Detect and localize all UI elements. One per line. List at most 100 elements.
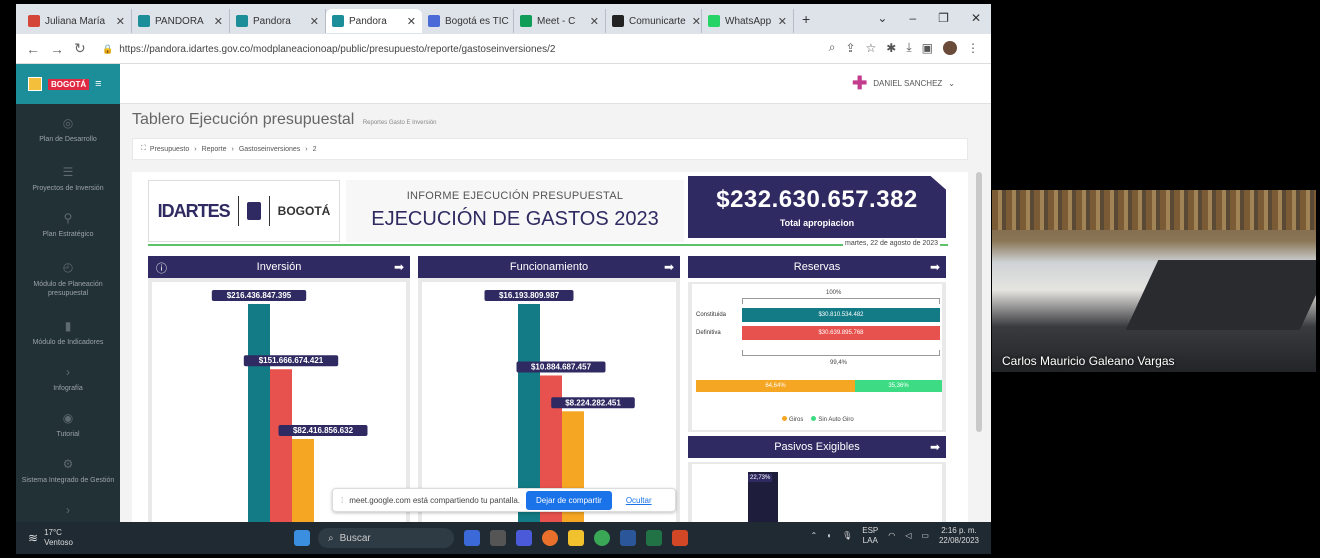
new-tab-button[interactable]: + [802,11,810,27]
tab-7[interactable]: WhatsApp ✕ [702,9,794,33]
share-icon[interactable]: ⇪ [845,41,855,55]
page-scrollbar[interactable] [976,172,982,432]
info-icon[interactable]: ⓘ [156,260,167,276]
search-icon: ⌕ [328,532,334,544]
chevron-down-icon: ⌄ [948,78,955,88]
panel-pasivos-title: Pasivos Exigibles [774,441,860,453]
shield-logo-icon [28,77,42,91]
crumb-gastos[interactable]: Gastoseinversiones [239,146,300,153]
start-icon[interactable] [294,530,310,546]
wifi-icon[interactable]: ◠ [888,531,895,541]
language-indicator[interactable]: ESP LAA [862,526,878,547]
sidepanel-icon[interactable]: ▣ [922,41,933,55]
close-tab-icon[interactable]: ✕ [401,15,416,28]
mic-icon[interactable]: 🎙 [842,531,852,541]
participant-name: Carlos Mauricio Galeano Vargas [1002,354,1175,368]
arrow-right-icon[interactable]: ➡ [930,440,940,454]
close-tab-icon[interactable]: ✕ [584,15,599,28]
menu-kebab-icon[interactable]: ⋮ [967,41,979,55]
sidebar-item-1[interactable]: ☰ Proyectos de Inversión [16,156,120,202]
tab-label: Pandora [253,15,291,27]
drag-handle-icon[interactable]: ⁞ [341,496,343,505]
sidebar-item-5[interactable]: › Infografía [16,356,120,402]
crumb-presupuesto[interactable]: Presupuesto [150,146,189,153]
sidebar-item-2[interactable]: ⚲ Plan Estratégico [16,202,120,248]
tab-1[interactable]: PANDORA ✕ [132,9,230,33]
reservas-bottom-pct: 99,4% [830,360,848,366]
screen-share-bar: ⁞ meet.google.com está compartiendo tu p… [332,488,676,512]
reload-icon[interactable]: ↻ [74,40,86,57]
panel-reservas-header[interactable]: Reservas ➡ [688,256,946,278]
arrow-right-icon[interactable]: ➡ [930,260,940,274]
tab-5[interactable]: Meet - C ✕ [514,9,606,33]
sidebar-item-4[interactable]: ▮ Módulo de Indicadores [16,310,120,356]
volume-icon[interactable]: ◁ [905,531,911,541]
tray-app-icon[interactable]: ◐ [827,531,832,541]
tab-6[interactable]: Comunicarte ✕ [606,9,702,33]
close-tab-icon[interactable]: ✕ [304,15,319,28]
crumb-reporte[interactable]: Reporte [202,146,227,153]
file-explorer-icon[interactable] [568,530,584,546]
tab-4[interactable]: Bogotá es TIC✕ [422,9,514,33]
tab-label: WhatsApp [725,15,772,27]
top-navbar: ✚ DANIEL SANCHEZ ⌄ [120,64,991,104]
sidebar-item-6[interactable]: ◉ Tutorial [16,402,120,448]
user-menu[interactable]: ✚ DANIEL SANCHEZ ⌄ [852,74,955,92]
bar-2[interactable] [292,438,314,522]
back-icon[interactable]: ← [26,41,40,57]
chrome-icon[interactable] [594,530,610,546]
panel-funcionamiento-header[interactable]: Funcionamiento ➡ [418,256,680,278]
panel-pasivos-header[interactable]: Pasivos Exigibles ➡ [688,436,946,458]
sidebar-item-3[interactable]: ◴ Módulo de Planeación presupuestal [16,248,120,310]
excel-icon[interactable] [646,530,662,546]
extensions-icon[interactable]: ✱ [886,41,896,55]
minimize-icon[interactable]: – [909,11,916,25]
play-circle-icon: ◉ [62,410,74,425]
url-field[interactable]: 🔒 https://pandora.idartes.gov.co/modplan… [102,40,802,58]
battery-icon[interactable]: ▭ [921,531,929,541]
download-icon[interactable]: ⤓ [906,40,911,55]
sidebar-item-0[interactable]: ◎ Plan de Desarrollo [16,104,120,156]
bar-1[interactable] [270,369,292,522]
tray-overflow-icon[interactable]: ⌃ [811,531,818,541]
bookmark-star-icon[interactable]: ☆ [866,41,877,55]
firefox-icon[interactable] [542,530,558,546]
taskbar-search[interactable]: ⌕ Buscar [318,528,454,548]
powerpoint-icon[interactable] [672,530,688,546]
total-label: Total apropiacion [779,218,855,228]
hide-share-link[interactable]: Ocultar [626,496,652,505]
close-tab-icon[interactable]: ✕ [208,15,223,28]
profile-avatar[interactable] [943,40,957,55]
tab-3[interactable]: Pandora ✕ [326,9,422,33]
weather-widget[interactable]: ≋ 17°C Ventoso [28,528,73,549]
taskbar-apps [294,530,310,546]
sidebar: BOGOTÁ ≡ ◎ Plan de Desarrollo ☰ Proyectos d… [16,64,120,530]
tab-0[interactable]: Juliana María ✕ [22,9,132,33]
zoom-icon[interactable]: ⌕ [829,40,836,55]
close-window-icon[interactable]: ✕ [971,11,981,25]
desktop-frame: Juliana María ✕ PANDORA ✕ Pandora ✕ Pandora ✕ Bo… [0,0,1320,558]
word-icon[interactable] [620,530,636,546]
teams-icon[interactable] [516,530,532,546]
close-tab-icon[interactable]: ✕ [686,15,701,28]
arrow-right-icon[interactable]: ➡ [664,260,674,274]
panel-inversion-header[interactable]: ⓘ Inversión ➡ [148,256,410,278]
giros-legend: Giros Sin Auto Giro [782,416,854,423]
clock[interactable]: 2:16 p. m. 22/08/2023 [939,526,979,547]
task-view-icon[interactable] [490,530,506,546]
close-tab-icon[interactable]: ✕ [110,15,125,28]
hamburger-icon[interactable]: ≡ [95,78,101,90]
bar-chart-icon: ▮ [64,318,72,333]
forward-icon[interactable]: → [50,41,64,57]
sin-giro-pct: 35,36% [888,383,909,389]
stop-sharing-button[interactable]: Dejar de compartir [526,490,612,510]
bar-0[interactable] [248,304,270,522]
tab-2[interactable]: Pandora ✕ [230,9,326,33]
sidebar-item-7[interactable]: ⚙ Sistema Integrado de Gestión [16,448,120,494]
close-tab-icon[interactable]: ✕ [772,15,787,28]
panel-reservas-title: Reservas [793,261,841,273]
restore-icon[interactable]: ❐ [938,11,949,25]
tab-list-icon[interactable]: ⌄ [877,11,887,25]
arrow-right-icon[interactable]: ➡ [394,260,404,274]
bing-icon[interactable] [464,530,480,546]
